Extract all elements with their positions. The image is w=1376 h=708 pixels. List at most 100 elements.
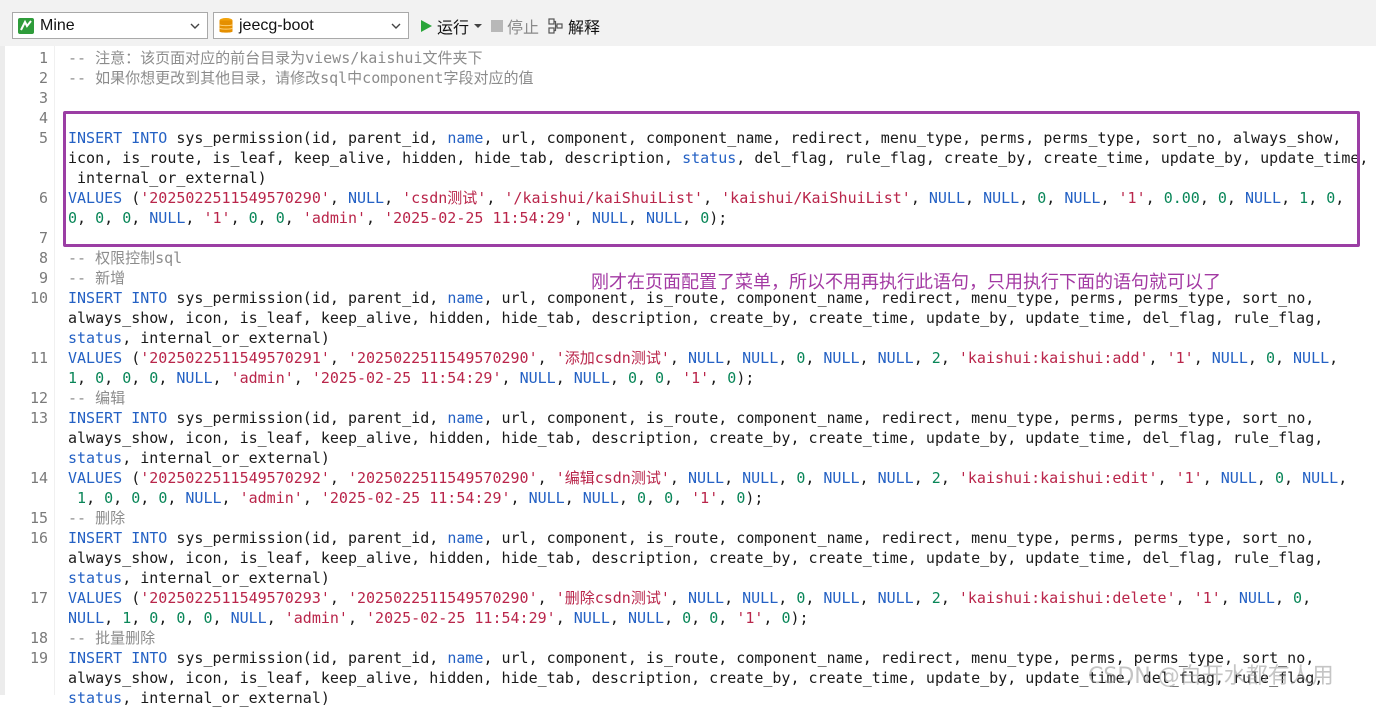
line-number: 7 — [38, 229, 48, 247]
navicat-green-icon — [17, 17, 35, 35]
code-text: , — [669, 349, 688, 367]
string-literal: 'kaishui:kaishui:add' — [958, 349, 1149, 367]
column-name: status — [68, 569, 123, 587]
number-literal: 0 — [95, 369, 105, 387]
number-literal: 0 — [627, 369, 637, 387]
explain-button[interactable]: 解释 — [548, 14, 600, 38]
number-literal: 1 — [122, 609, 132, 627]
string-literal: '添加csdn测试' — [555, 349, 670, 367]
code-text: sys_permission(id, parent_id, — [167, 409, 448, 427]
code-text: , — [77, 369, 96, 387]
sql-keyword: INSERT INTO — [68, 649, 168, 667]
code-text: , — [805, 589, 824, 607]
code-text: always_show, icon, is_leaf, keep_alive, … — [68, 429, 1324, 447]
connection-select[interactable]: Mine — [12, 12, 208, 39]
stop-button[interactable]: 停止 — [491, 14, 539, 38]
code-text: , internal_or_external) — [122, 449, 330, 467]
code-text: , — [913, 469, 932, 487]
column-name: status — [68, 329, 123, 347]
code-text: , — [86, 489, 105, 507]
sql-editor[interactable]: 1 2 3 4 5 6 7 8 9 10 11 12 13 14 15 16 17 18 19 -- 注意：该页面对… — [0, 46, 1376, 707]
null-literal: NULL — [877, 469, 914, 487]
code-text: , — [669, 469, 688, 487]
null-literal: NULL — [573, 609, 610, 627]
code-text: always_show, icon, is_leaf, keep_alive, … — [68, 549, 1324, 567]
line-number: 2 — [38, 69, 48, 87]
code-text: , — [158, 609, 177, 627]
column-name: status — [68, 689, 123, 707]
line-number: 6 — [38, 189, 48, 207]
code-text: , — [564, 489, 583, 507]
column-name: status — [68, 449, 123, 467]
database-label: jeecg-boot — [239, 16, 314, 34]
chevron-down-icon — [187, 22, 203, 30]
code-text: , — [1202, 469, 1221, 487]
code-text: , — [664, 369, 683, 387]
code-text: , — [501, 369, 520, 387]
code-text: , — [140, 489, 159, 507]
string-literal: '2025-02-25 11:54:29' — [320, 489, 511, 507]
string-literal: 'admin' — [230, 369, 294, 387]
string-literal: '2025022511549570290' — [347, 349, 538, 367]
null-literal: NULL — [573, 369, 610, 387]
code-text: , internal_or_external) — [122, 569, 330, 587]
code-text: , — [266, 609, 285, 627]
line-number: 14 — [29, 469, 48, 487]
code-text: , — [1220, 589, 1239, 607]
stop-icon — [491, 20, 503, 32]
code-line: VALUES ('2025022511549570292', '20250225… — [68, 468, 1347, 488]
null-literal: NULL — [823, 469, 860, 487]
code-text: , — [718, 489, 737, 507]
code-text: , — [805, 349, 824, 367]
string-literal: '2025022511549570290' — [347, 469, 538, 487]
code-text: , — [724, 349, 743, 367]
number-literal: 0 — [158, 489, 168, 507]
code-text: , — [329, 589, 348, 607]
run-button[interactable]: 运行 — [420, 14, 483, 38]
sql-comment: -- 批量删除 — [68, 629, 156, 647]
code-text: , — [778, 349, 797, 367]
null-literal: NULL — [823, 589, 860, 607]
explain-label: 解释 — [568, 20, 601, 37]
code-text: , — [1148, 349, 1167, 367]
code-text: , — [131, 369, 150, 387]
line-number: 16 — [29, 529, 48, 547]
sql-keyword: VALUES — [68, 589, 123, 607]
sql-comment: -- 删除 — [68, 509, 126, 527]
code-text: , internal_or_external) — [122, 689, 330, 707]
code-text: , — [778, 589, 797, 607]
code-text: , — [1193, 349, 1212, 367]
code-text: , — [221, 489, 240, 507]
null-literal: NULL — [742, 589, 779, 607]
code-text: , — [805, 469, 824, 487]
string-literal: '2025-02-25 11:54:29' — [366, 609, 556, 627]
code-text: , — [664, 609, 683, 627]
code-line: always_show, icon, is_leaf, keep_alive, … — [68, 548, 1323, 568]
code-line: INSERT INTO sys_permission(id, parent_id… — [68, 528, 1314, 548]
code-line: INSERT INTO sys_permission(id, parent_id… — [68, 408, 1314, 428]
line-number: 10 — [29, 289, 48, 307]
number-literal: 1 — [68, 369, 78, 387]
line-number: 9 — [38, 269, 48, 287]
null-literal: NULL — [1238, 589, 1275, 607]
sql-keyword: INSERT INTO — [68, 289, 168, 307]
run-dropdown-icon[interactable] — [474, 23, 483, 29]
code-text: always_show, icon, is_leaf, keep_alive, … — [68, 309, 1324, 327]
null-literal: NULL — [1211, 349, 1248, 367]
number-literal: 0 — [131, 489, 141, 507]
code-text: , internal_or_external) — [122, 329, 330, 347]
sql-comment: -- 注意：该页面对应的前台目录为views/kaishui文件夹下 — [68, 49, 483, 67]
string-literal: '1' — [1166, 349, 1194, 367]
number-literal: 0 — [149, 609, 159, 627]
code-line: always_show, icon, is_leaf, keep_alive, … — [68, 308, 1323, 328]
code-text: , — [609, 369, 628, 387]
string-literal: '编辑csdn测试' — [555, 469, 670, 487]
code-text: , — [913, 589, 932, 607]
code-text: , — [1284, 469, 1303, 487]
database-select[interactable]: jeecg-boot — [213, 12, 409, 39]
sql-comment: -- 编辑 — [68, 389, 126, 407]
number-literal: 0 — [682, 609, 692, 627]
null-literal: NULL — [627, 609, 665, 627]
gutter-divider — [54, 46, 55, 695]
